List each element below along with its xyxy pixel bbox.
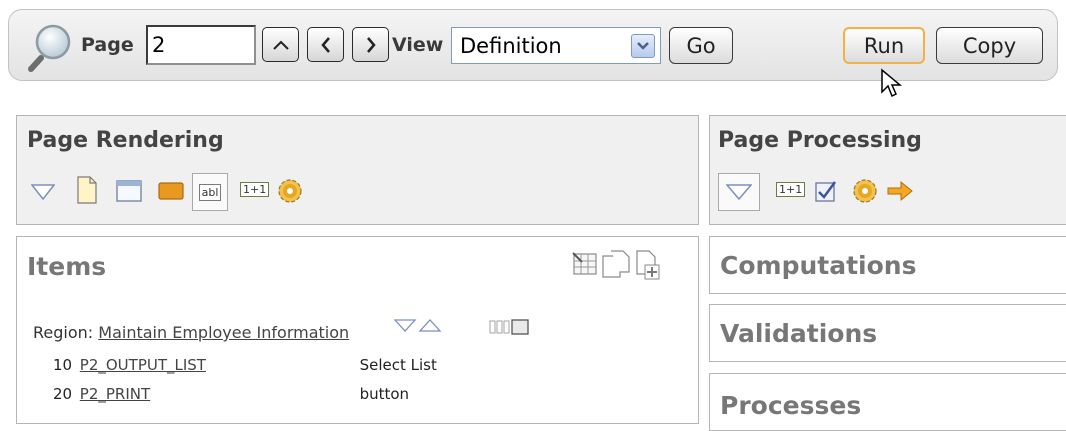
chevron-down-icon: [631, 33, 655, 58]
button-icon[interactable]: [158, 182, 184, 200]
gear-icon[interactable]: [852, 178, 878, 204]
region-link[interactable]: Maintain Employee Information: [98, 323, 349, 342]
page-icon[interactable]: [77, 176, 97, 204]
search-icon: [28, 24, 71, 72]
computations-panel: Computations: [709, 236, 1066, 294]
processes-panel: Processes: [709, 373, 1066, 431]
item-abl-button[interactable]: abl: [192, 173, 228, 211]
computation-1plus1-icon[interactable]: 1+1: [776, 182, 806, 197]
view-label: View: [392, 34, 444, 56]
items-panel: Items Region: Maintain Employee Informat…: [16, 236, 699, 424]
region-row: Region: Maintain Employee Information: [33, 323, 349, 342]
page-label: Page: [81, 34, 134, 56]
reorder-arrows-icon[interactable]: [394, 318, 448, 334]
view-select-value: Definition: [460, 33, 562, 58]
item-seq: 10: [53, 356, 73, 374]
page-processing-title: Page Processing: [718, 128, 922, 153]
previous-page-button[interactable]: [307, 27, 344, 62]
validations-panel: Validations: [709, 304, 1066, 362]
next-page-button[interactable]: [352, 27, 389, 62]
item-abl-icon: abl: [198, 183, 222, 201]
run-button[interactable]: Run: [843, 27, 925, 64]
region-icon[interactable]: [116, 180, 142, 202]
region-label: Region:: [33, 323, 94, 342]
copy-items-icon[interactable]: [601, 250, 631, 278]
item-type: Select List: [359, 356, 437, 374]
triangle-down-icon: [726, 184, 752, 200]
computation-1plus1-icon[interactable]: 1+1: [240, 182, 270, 197]
branch-arrow-icon[interactable]: [886, 180, 914, 202]
item-type: button: [359, 385, 410, 403]
page-up-button[interactable]: [262, 27, 299, 62]
add-item-icon[interactable]: [633, 250, 663, 280]
computations-title: Computations: [720, 251, 917, 280]
chevron-right-icon: [366, 36, 376, 53]
page-processing-panel: Page Processing 1+1: [709, 115, 1066, 225]
page-rendering-panel: Page Rendering abl 1+1: [16, 115, 699, 225]
item-name-link[interactable]: P2_PRINT: [80, 385, 355, 403]
items-title: Items: [27, 252, 107, 281]
column-layout-icon[interactable]: [489, 319, 531, 335]
page-number-input[interactable]: [146, 25, 256, 65]
go-button[interactable]: Go: [669, 27, 733, 64]
table-row: 20 P2_PRINT button: [53, 385, 409, 403]
gear-icon[interactable]: [277, 178, 303, 204]
table-row: 10 P2_OUTPUT_LIST Select List: [53, 356, 437, 374]
mouse-cursor-icon: [881, 68, 903, 98]
chevron-left-icon: [320, 36, 330, 53]
collapse-processing-button[interactable]: [718, 173, 760, 211]
validation-check-icon[interactable]: [815, 180, 837, 202]
page-rendering-title: Page Rendering: [27, 128, 224, 153]
triangle-down-icon[interactable]: [31, 184, 55, 200]
validations-title: Validations: [720, 319, 878, 348]
copy-button[interactable]: Copy: [936, 27, 1043, 64]
item-name-link[interactable]: P2_OUTPUT_LIST: [80, 356, 355, 374]
processes-title: Processes: [720, 391, 862, 420]
grid-edit-icon[interactable]: [571, 251, 599, 277]
item-seq: 20: [53, 385, 73, 403]
view-select[interactable]: Definition: [451, 27, 661, 64]
caret-up-icon: [272, 40, 289, 50]
